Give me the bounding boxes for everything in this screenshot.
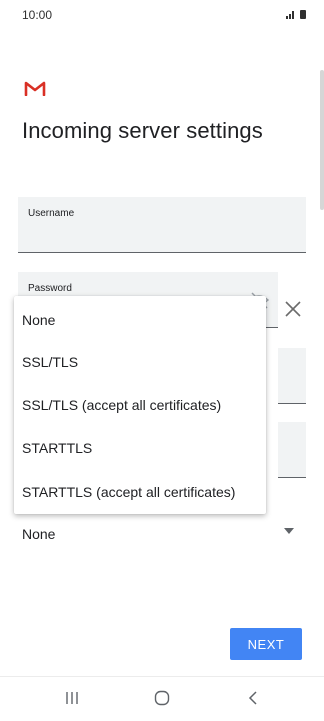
security-dropdown-menu: None SSL/TLS SSL/TLS (accept all certifi… (14, 296, 266, 514)
menu-item-ssl-tls-accept-all[interactable]: SSL/TLS (accept all certificates) (14, 385, 266, 425)
nav-back-icon[interactable] (246, 690, 260, 706)
caret-down-icon (284, 528, 294, 534)
menu-item-none[interactable]: None (14, 300, 266, 340)
security-type-select[interactable]: None (22, 522, 298, 546)
nav-recents-icon[interactable] (64, 691, 80, 705)
status-icons (286, 10, 306, 19)
password-label: Password (28, 283, 72, 294)
port-field[interactable] (278, 422, 306, 478)
gmail-logo-icon (24, 81, 46, 96)
username-field[interactable]: Username (18, 197, 306, 253)
username-input[interactable] (28, 225, 296, 243)
username-label: Username (28, 208, 75, 219)
menu-item-starttls[interactable]: STARTTLS (14, 428, 266, 468)
close-icon[interactable] (284, 300, 302, 318)
menu-item-ssl-tls[interactable]: SSL/TLS (14, 342, 266, 382)
next-button[interactable]: NEXT (230, 628, 302, 660)
signal-icon (286, 11, 294, 19)
server-field[interactable] (278, 348, 306, 404)
scrollbar[interactable] (320, 70, 324, 210)
page-title: Incoming server settings (22, 118, 263, 143)
security-type-value: None (22, 526, 56, 542)
status-bar: 10:00 (0, 0, 324, 30)
battery-icon (300, 10, 306, 19)
navigation-bar (0, 676, 324, 721)
menu-item-starttls-accept-all[interactable]: STARTTLS (accept all certificates) (14, 472, 266, 512)
status-time: 10:00 (22, 8, 53, 22)
nav-home-icon[interactable] (154, 690, 170, 706)
